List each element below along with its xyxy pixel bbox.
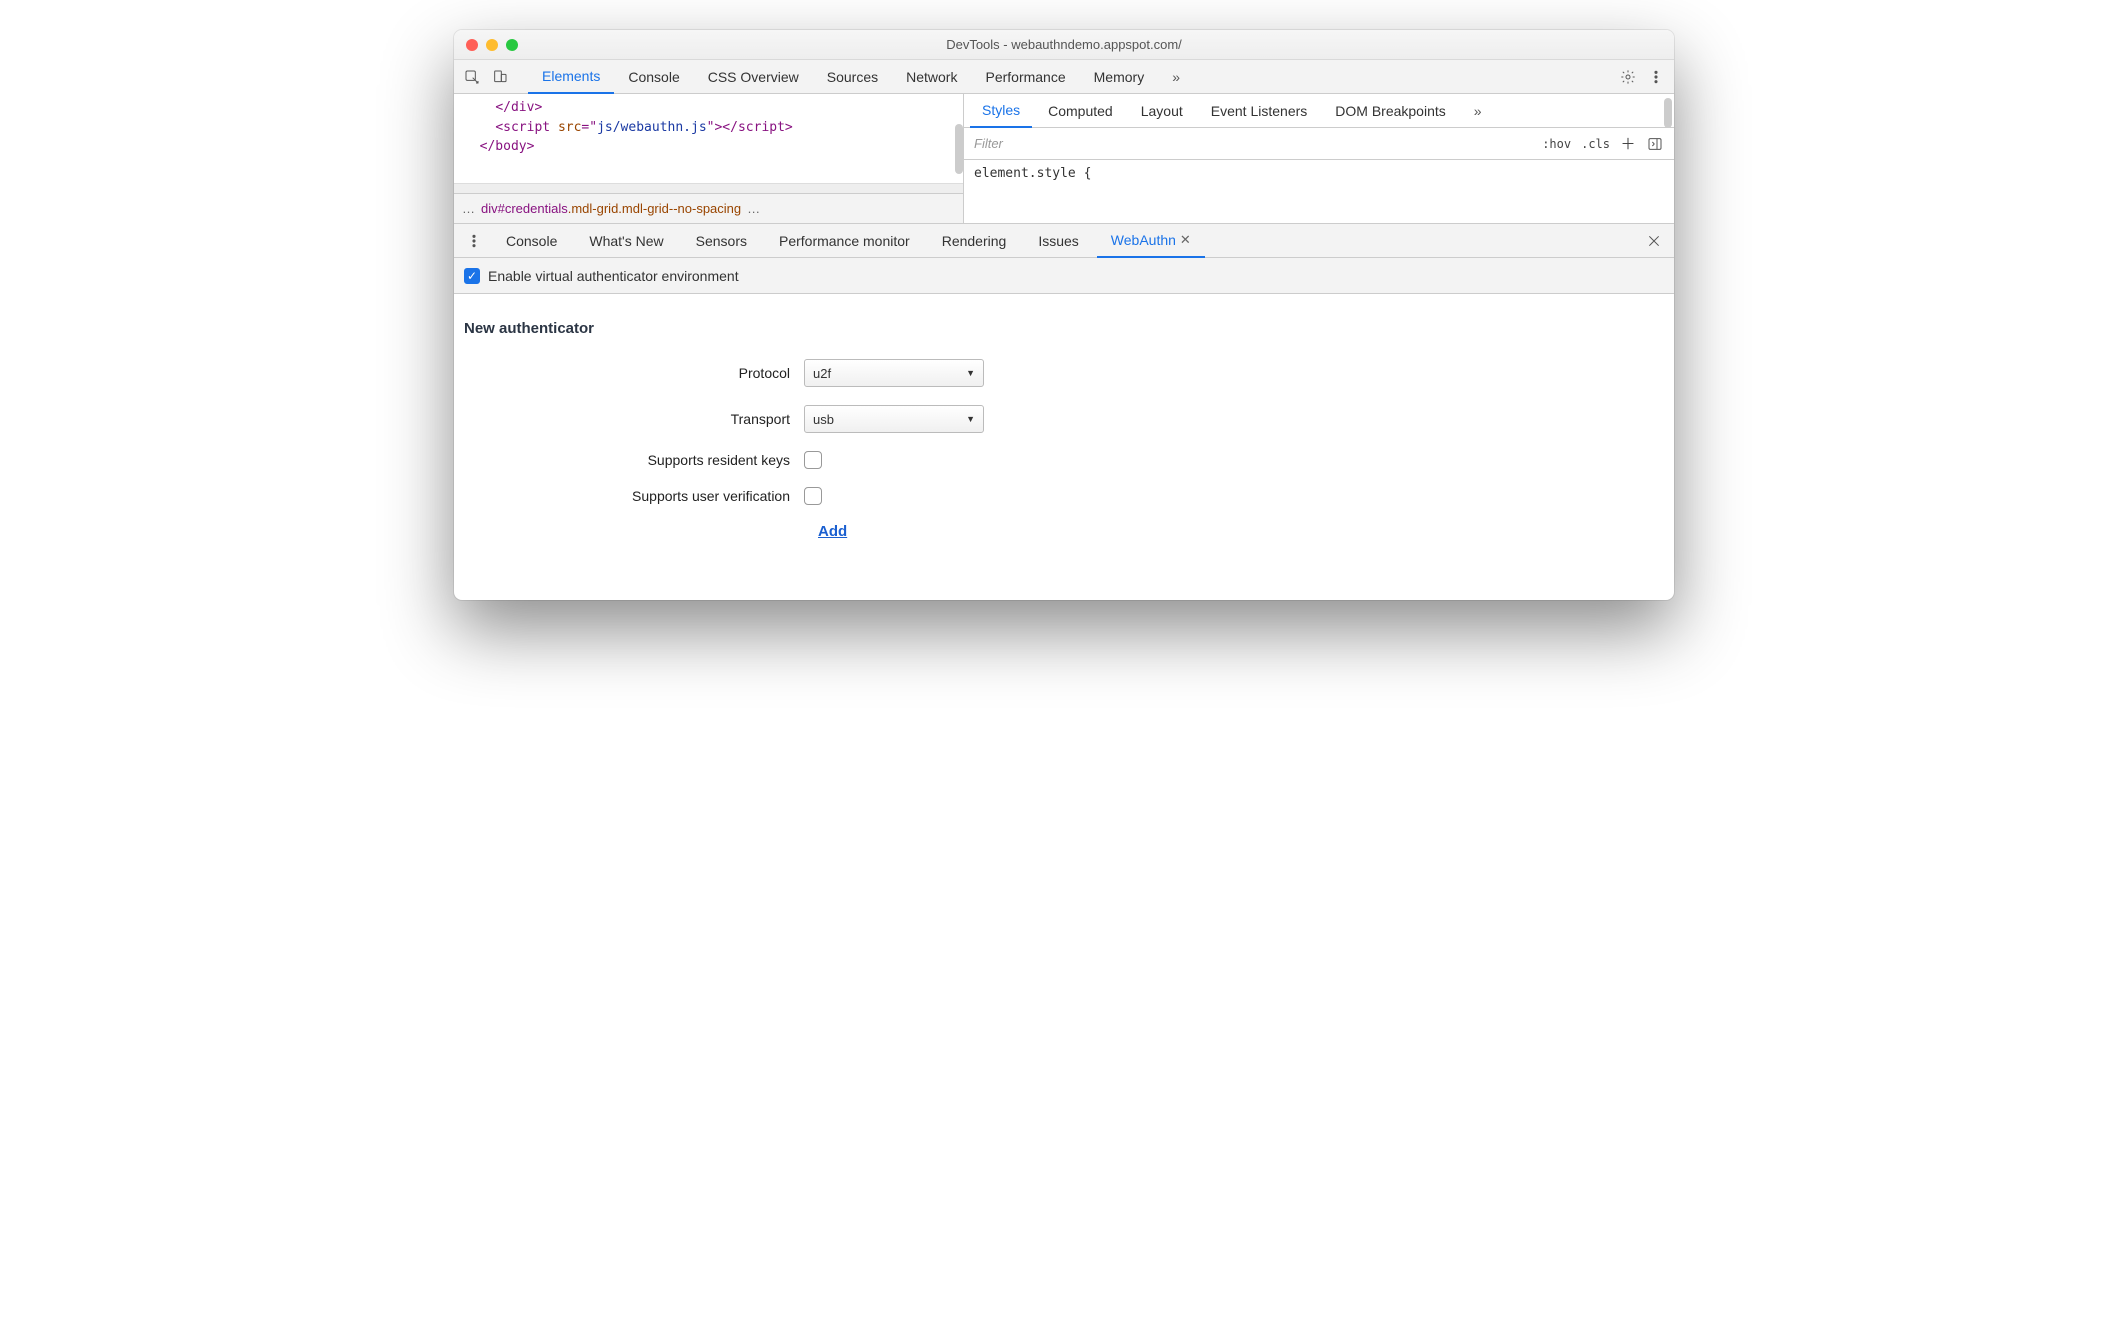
tab-event-listeners[interactable]: Event Listeners bbox=[1199, 94, 1320, 128]
section-title: New authenticator bbox=[464, 320, 1664, 337]
row-protocol: Protocol u2f ▼ bbox=[464, 359, 1664, 387]
breadcrumb-prev[interactable]: … bbox=[462, 201, 475, 216]
code-token: </div> bbox=[495, 100, 542, 115]
inspect-element-icon[interactable] bbox=[458, 63, 486, 91]
main-tabs-overflow[interactable]: » bbox=[1158, 60, 1194, 94]
protocol-select[interactable]: u2f ▼ bbox=[804, 359, 984, 387]
drawer-tab-console[interactable]: Console bbox=[492, 224, 571, 258]
user-verification-checkbox[interactable] bbox=[804, 487, 822, 505]
styles-filter-row: :hov .cls ＋ bbox=[964, 128, 1674, 160]
resident-keys-label: Supports resident keys bbox=[464, 452, 804, 468]
drawer-tab-webauthn[interactable]: WebAuthn ✕ bbox=[1097, 224, 1205, 258]
main-tabstrip: Elements Console CSS Overview Sources Ne… bbox=[454, 60, 1674, 94]
chevron-down-icon: ▼ bbox=[966, 368, 975, 378]
window: DevTools - webauthndemo.appspot.com/ Ele… bbox=[454, 30, 1674, 600]
webauthn-toolbar: Enable virtual authenticator environment bbox=[454, 258, 1674, 294]
tab-css-overview[interactable]: CSS Overview bbox=[694, 60, 813, 94]
panel-collapse-icon[interactable] bbox=[1646, 135, 1664, 153]
drawer-tab-issues[interactable]: Issues bbox=[1024, 224, 1092, 258]
tab-elements[interactable]: Elements bbox=[528, 60, 614, 94]
row-user-verification: Supports user verification bbox=[464, 487, 1664, 505]
resident-keys-checkbox[interactable] bbox=[804, 451, 822, 469]
tab-console[interactable]: Console bbox=[614, 60, 693, 94]
styles-pane: Styles Computed Layout Event Listeners D… bbox=[964, 94, 1674, 223]
drawer-tab-rendering[interactable]: Rendering bbox=[928, 224, 1021, 258]
gear-icon[interactable] bbox=[1614, 63, 1642, 91]
tab-layout[interactable]: Layout bbox=[1129, 94, 1195, 128]
new-rule-icon[interactable]: ＋ bbox=[1620, 136, 1636, 152]
tab-computed[interactable]: Computed bbox=[1036, 94, 1125, 128]
minimize-window-button[interactable] bbox=[486, 39, 498, 51]
tab-performance[interactable]: Performance bbox=[971, 60, 1079, 94]
close-window-button[interactable] bbox=[466, 39, 478, 51]
add-authenticator-button[interactable]: Add bbox=[818, 523, 1664, 540]
scrollbar-vertical[interactable] bbox=[955, 124, 963, 174]
chevron-down-icon: ▼ bbox=[966, 414, 975, 424]
tab-dom-breakpoints[interactable]: DOM Breakpoints bbox=[1323, 94, 1457, 128]
tab-memory[interactable]: Memory bbox=[1080, 60, 1159, 94]
titlebar: DevTools - webauthndemo.appspot.com/ bbox=[454, 30, 1674, 60]
drawer-tab-perfmon[interactable]: Performance monitor bbox=[765, 224, 924, 258]
kebab-menu-icon[interactable] bbox=[1642, 63, 1670, 91]
enable-virtual-auth-checkbox[interactable] bbox=[464, 268, 480, 284]
enable-virtual-auth-label: Enable virtual authenticator environment bbox=[488, 268, 739, 284]
user-verification-label: Supports user verification bbox=[464, 488, 804, 504]
styles-tabstrip: Styles Computed Layout Event Listeners D… bbox=[964, 94, 1674, 128]
tab-sources[interactable]: Sources bbox=[813, 60, 892, 94]
drawer-close-icon[interactable] bbox=[1640, 227, 1668, 255]
protocol-label: Protocol bbox=[464, 365, 804, 381]
styles-filter-input[interactable] bbox=[964, 128, 1532, 159]
traffic-lights bbox=[466, 39, 518, 51]
transport-select[interactable]: usb ▼ bbox=[804, 405, 984, 433]
window-title: DevTools - webauthndemo.appspot.com/ bbox=[454, 37, 1674, 52]
drawer-tab-sensors[interactable]: Sensors bbox=[682, 224, 761, 258]
styles-tabs-overflow[interactable]: » bbox=[1462, 94, 1494, 128]
hov-toggle[interactable]: :hov bbox=[1542, 137, 1571, 151]
breadcrumb[interactable]: … div#credentials.mdl-grid.mdl-grid--no-… bbox=[454, 193, 963, 223]
row-transport: Transport usb ▼ bbox=[464, 405, 1664, 433]
code-token: </body> bbox=[480, 139, 535, 154]
breadcrumb-next[interactable]: … bbox=[747, 201, 760, 216]
close-icon[interactable]: ✕ bbox=[1180, 232, 1191, 248]
tab-network[interactable]: Network bbox=[892, 60, 971, 94]
scrollbar-vertical[interactable] bbox=[1664, 98, 1672, 128]
style-rule[interactable]: element.style { bbox=[964, 160, 1674, 187]
transport-label: Transport bbox=[464, 411, 804, 427]
drawer-tab-whatsnew[interactable]: What's New bbox=[575, 224, 677, 258]
tab-styles[interactable]: Styles bbox=[970, 94, 1032, 128]
device-toolbar-icon[interactable] bbox=[486, 63, 514, 91]
drawer-kebab-menu-icon[interactable] bbox=[460, 227, 488, 255]
scrollbar-horizontal[interactable] bbox=[454, 183, 963, 193]
zoom-window-button[interactable] bbox=[506, 39, 518, 51]
panels-split: </div> <script src="js/webauthn.js"></sc… bbox=[454, 94, 1674, 224]
cls-toggle[interactable]: .cls bbox=[1581, 137, 1610, 151]
row-resident-keys: Supports resident keys bbox=[464, 451, 1664, 469]
elements-pane: </div> <script src="js/webauthn.js"></sc… bbox=[454, 94, 964, 223]
webauthn-panel: New authenticator Protocol u2f ▼ Transpo… bbox=[454, 294, 1674, 600]
drawer-tabstrip: Console What's New Sensors Performance m… bbox=[454, 224, 1674, 258]
dom-tree[interactable]: </div> <script src="js/webauthn.js"></sc… bbox=[454, 94, 963, 183]
